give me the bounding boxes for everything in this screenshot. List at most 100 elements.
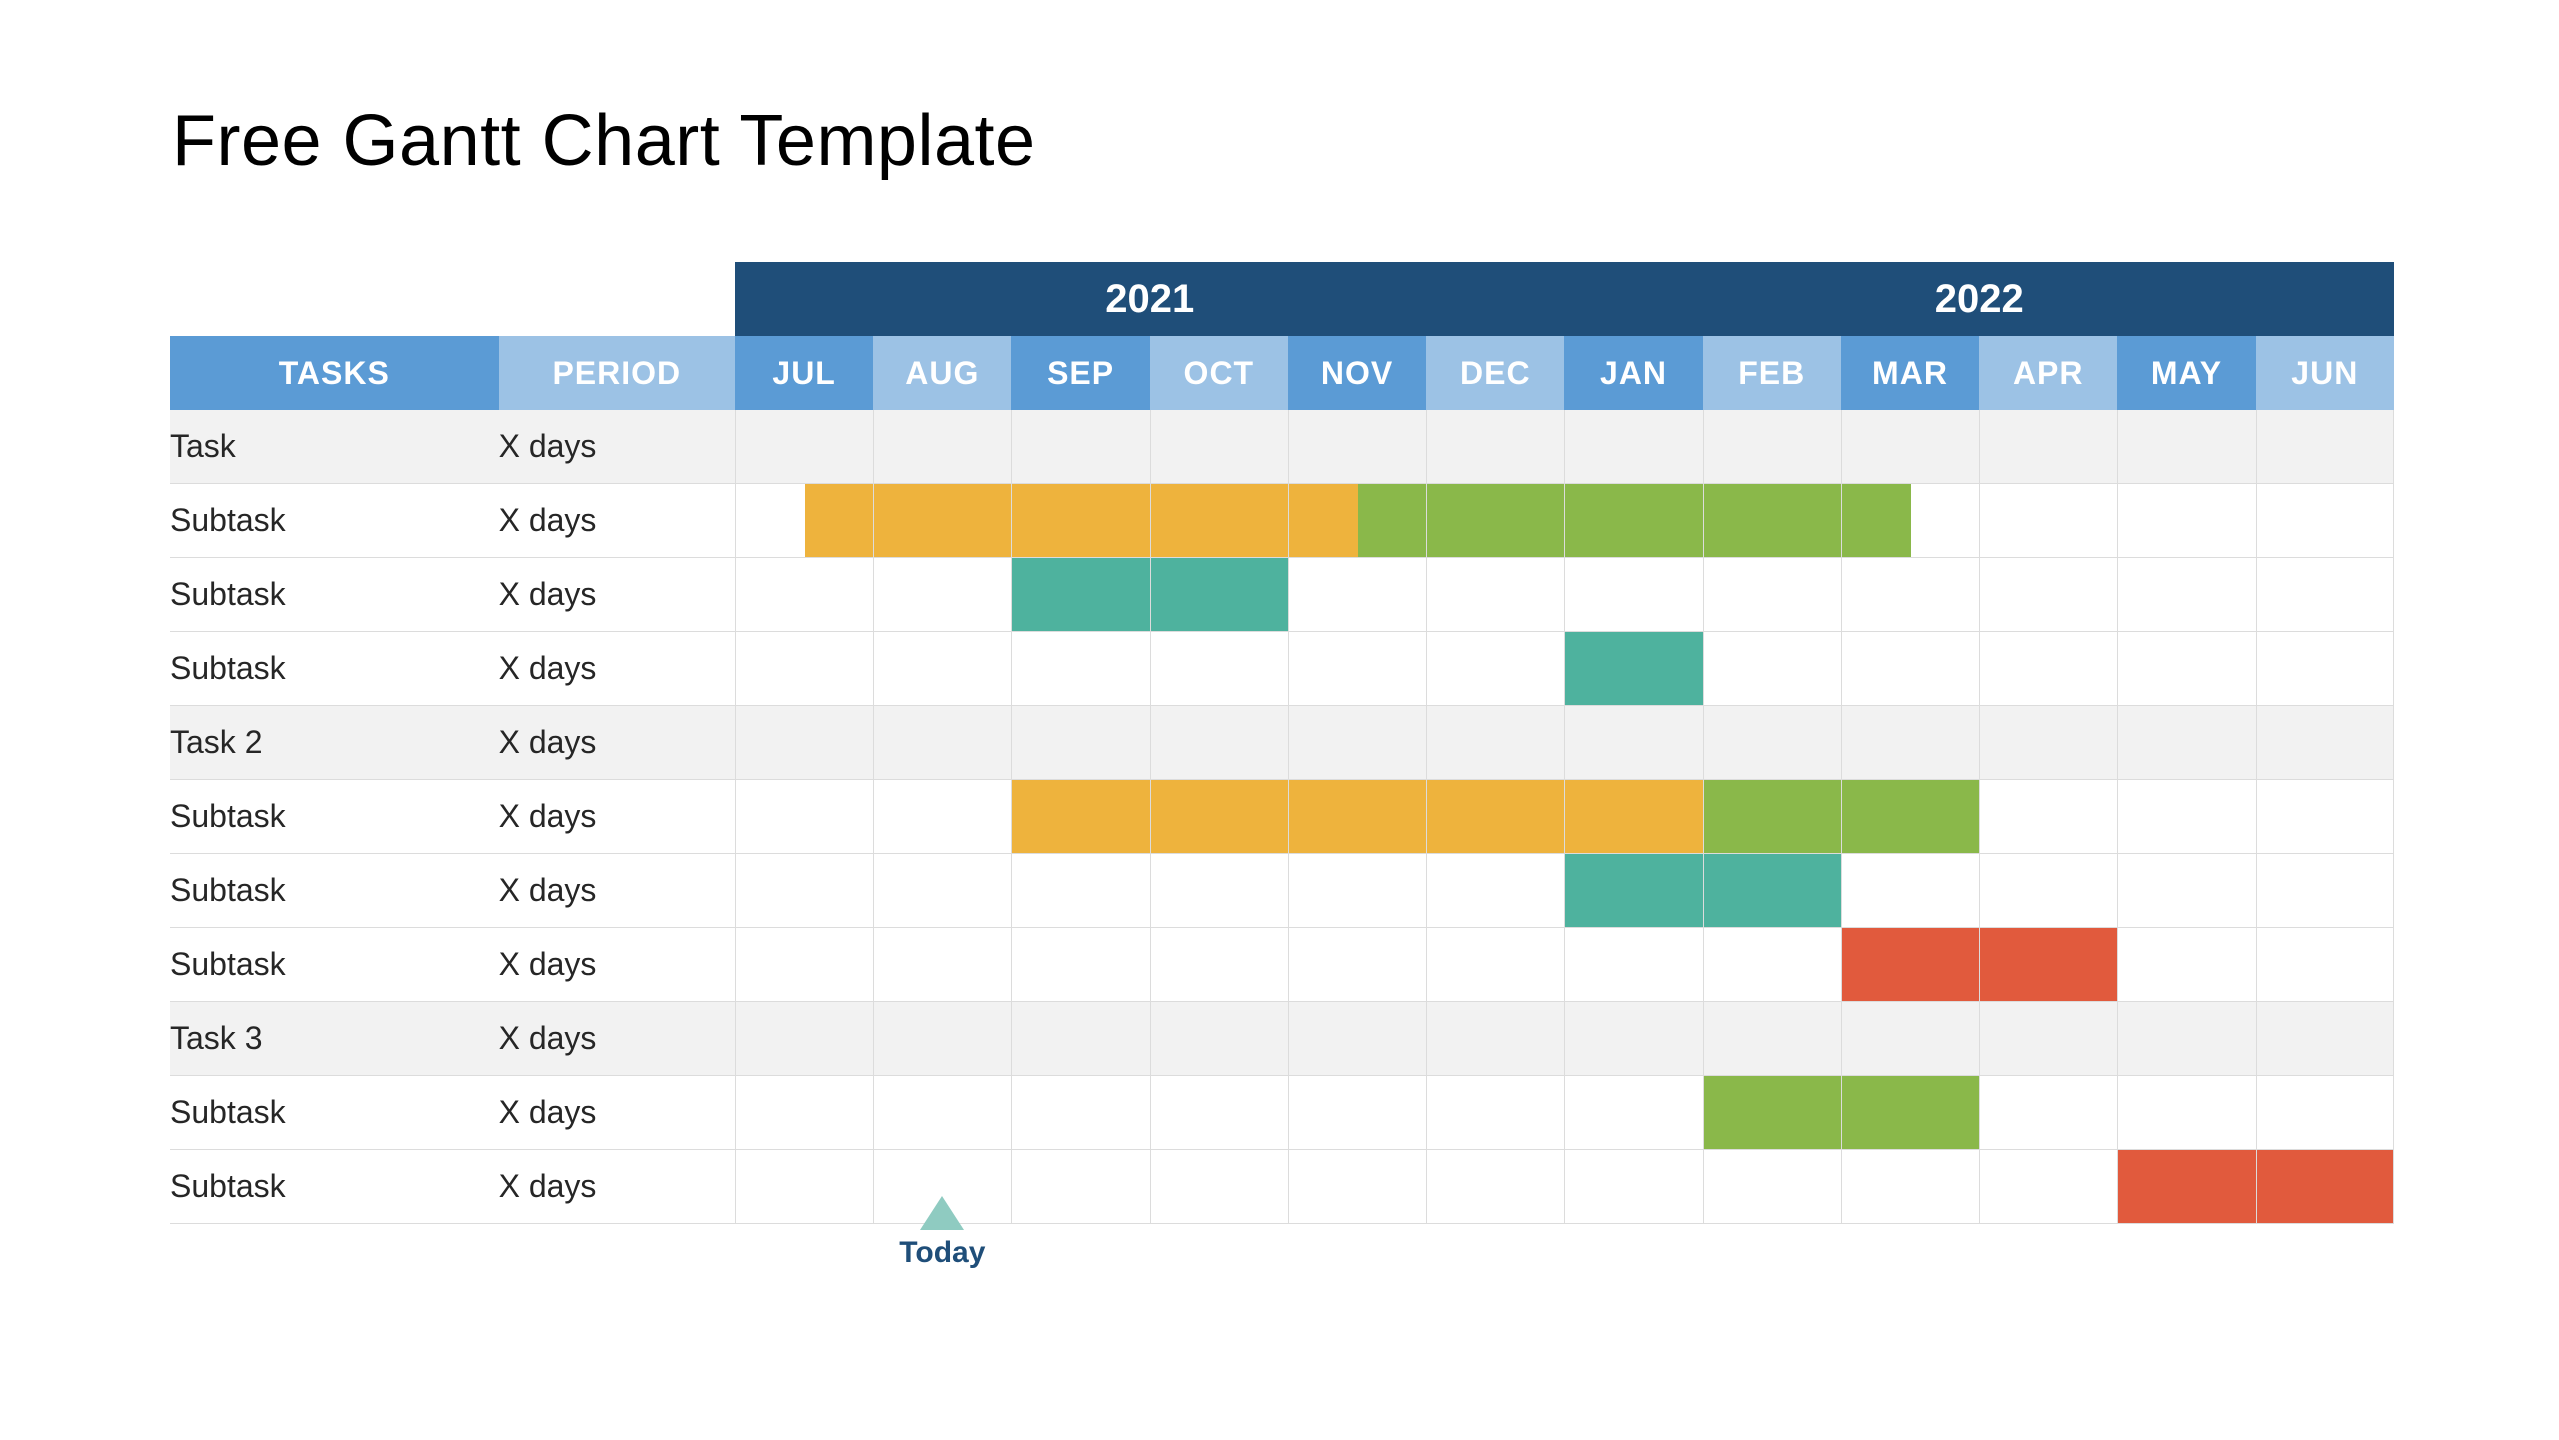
gantt-cell <box>1564 780 1702 854</box>
task-label: Task 2 <box>170 706 499 780</box>
gantt-cell <box>2117 484 2255 558</box>
gantt-cell <box>1564 706 1702 780</box>
gantt-cell <box>1150 632 1288 706</box>
year-header-2021: 2021 <box>735 262 1564 336</box>
gantt-cell <box>1564 484 1702 558</box>
gantt-cell <box>1011 558 1149 632</box>
month-header-jun: JUN <box>2256 336 2394 410</box>
gantt-cell <box>1703 928 1841 1002</box>
gantt-bar-segment <box>1980 928 2117 1001</box>
gantt-bar-segment <box>1842 1076 1979 1149</box>
period-label: X days <box>499 928 735 1002</box>
gantt-cell <box>1703 1076 1841 1150</box>
period-label: X days <box>499 558 735 632</box>
gantt-cell <box>1979 484 2117 558</box>
gantt-cell <box>2117 706 2255 780</box>
gantt-cell <box>1841 780 1979 854</box>
month-header-oct: OCT <box>1150 336 1288 410</box>
gantt-cell <box>1288 928 1426 1002</box>
month-header-sep: SEP <box>1011 336 1149 410</box>
gantt-cell <box>1011 780 1149 854</box>
gantt-cell <box>1841 410 1979 484</box>
subtask-row: SubtaskX days <box>170 1150 2394 1224</box>
month-header-nov: NOV <box>1288 336 1426 410</box>
gantt-cell <box>1150 854 1288 928</box>
period-label: X days <box>499 1076 735 1150</box>
gantt-cell <box>1564 1150 1702 1224</box>
task-group-row: Task 3X days <box>170 1002 2394 1076</box>
gantt-cell <box>1564 1002 1702 1076</box>
gantt-cell <box>1979 928 2117 1002</box>
gantt-bar-segment <box>1565 854 1702 927</box>
gantt-cell <box>1150 1150 1288 1224</box>
gantt-cell <box>1288 1150 1426 1224</box>
gantt-cell <box>1979 706 2117 780</box>
gantt-cell <box>1564 632 1702 706</box>
month-header-may: MAY <box>2117 336 2255 410</box>
gantt-cell <box>1979 558 2117 632</box>
gantt-cell <box>1011 1150 1149 1224</box>
gantt-cell <box>1426 780 1564 854</box>
gantt-cell <box>735 706 873 780</box>
gantt-bar-segment <box>874 484 1011 557</box>
gantt-cell <box>1979 1150 2117 1224</box>
period-label: X days <box>499 1002 735 1076</box>
today-label: Today <box>882 1236 1002 1270</box>
gantt-cell <box>1288 410 1426 484</box>
period-label: X days <box>499 780 735 854</box>
gantt-cell <box>873 854 1011 928</box>
gantt-cell <box>1564 854 1702 928</box>
gantt-cell <box>873 780 1011 854</box>
gantt-cell <box>1011 706 1149 780</box>
year-header-blank <box>170 262 735 336</box>
gantt-cell <box>1288 1076 1426 1150</box>
gantt-cell <box>1426 410 1564 484</box>
gantt-cell <box>1150 410 1288 484</box>
gantt-cell <box>1841 632 1979 706</box>
gantt-cell <box>1011 410 1149 484</box>
gantt-cell <box>2256 484 2394 558</box>
gantt-cell <box>1841 854 1979 928</box>
gantt-cell <box>1288 854 1426 928</box>
gantt-cell <box>1150 780 1288 854</box>
gantt-cell <box>735 1002 873 1076</box>
gantt-cell <box>1150 1076 1288 1150</box>
gantt-cell <box>2117 1150 2255 1224</box>
gantt-cell <box>2256 1002 2394 1076</box>
gantt-cell <box>1841 706 1979 780</box>
gantt-cell <box>2117 780 2255 854</box>
gantt-bar-segment <box>1565 632 1702 705</box>
gantt-cell <box>2256 706 2394 780</box>
gantt-cell <box>1150 1002 1288 1076</box>
gantt-cell <box>2117 928 2255 1002</box>
gantt-cell <box>1979 1076 2117 1150</box>
gantt-cell <box>1011 632 1149 706</box>
month-header-jan: JAN <box>1564 336 1702 410</box>
gantt-cell <box>1426 558 1564 632</box>
gantt-cell <box>1841 1150 1979 1224</box>
gantt-cell <box>2256 928 2394 1002</box>
gantt-bar-segment <box>1565 484 1702 557</box>
gantt-bar-segment <box>1012 558 1149 631</box>
gantt-cell <box>2256 410 2394 484</box>
gantt-cell <box>1426 1076 1564 1150</box>
gantt-bar-segment <box>1842 484 1911 557</box>
gantt-cell <box>1979 854 2117 928</box>
month-header-row: TASKS PERIOD JUL AUG SEP OCT NOV DEC JAN… <box>170 336 2394 410</box>
gantt-cell <box>1564 928 1702 1002</box>
gantt-bar-segment <box>1842 780 1979 853</box>
gantt-cell <box>1841 484 1979 558</box>
period-label: X days <box>499 854 735 928</box>
period-label: X days <box>499 410 735 484</box>
gantt-cell <box>1150 928 1288 1002</box>
task-label: Task <box>170 410 499 484</box>
gantt-cell <box>2256 1076 2394 1150</box>
gantt-cell <box>1288 558 1426 632</box>
gantt-cell <box>873 1002 1011 1076</box>
gantt-cell <box>1011 1002 1149 1076</box>
today-marker: Today <box>882 1196 1002 1270</box>
gantt-cell <box>2256 632 2394 706</box>
task-label: Subtask <box>170 632 499 706</box>
gantt-cell <box>873 1076 1011 1150</box>
gantt-cell <box>873 632 1011 706</box>
